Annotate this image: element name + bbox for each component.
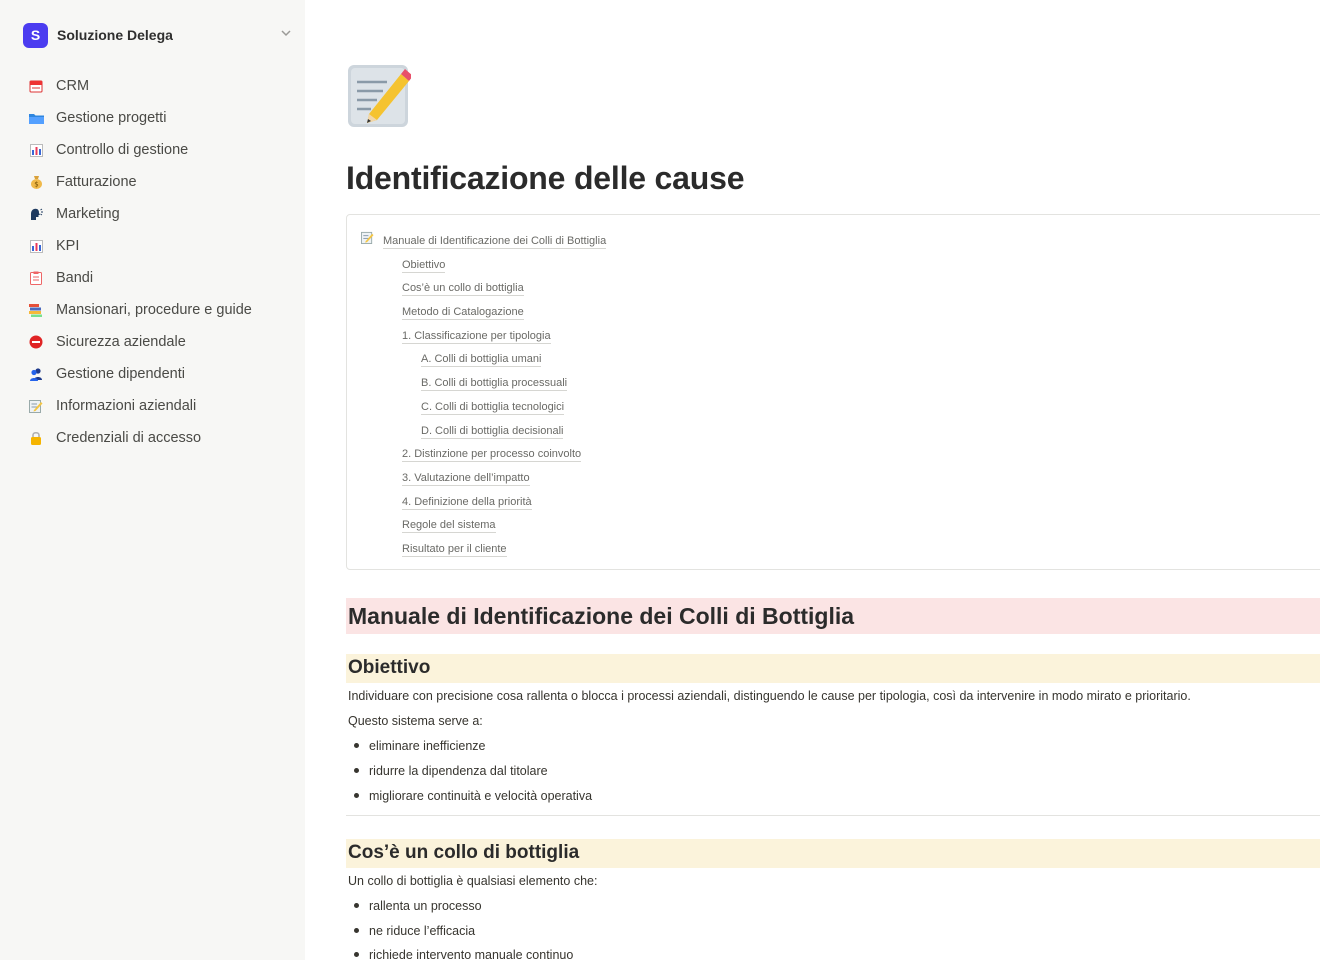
divider <box>346 815 1320 816</box>
page-title: Identificazione delle cause <box>346 160 745 196</box>
list-item-text: ne riduce l’efficacia <box>369 924 476 938</box>
sidebar-item-sicurezza-aziendale[interactable]: Sicurezza aziendale <box>14 326 298 358</box>
sidebar-item-label: CRM <box>56 78 90 94</box>
sidebar-item-gestione-dipendenti[interactable]: Gestione dipendenti <box>14 358 298 390</box>
list-item-text: ridurre la dipendenza dal titolare <box>369 764 548 778</box>
paragraph: Individuare con precisione cosa rallenta… <box>348 689 1191 703</box>
bar-chart-icon <box>26 140 46 160</box>
table-of-contents: Manuale di Identificazione dei Colli di … <box>346 214 1320 570</box>
sidebar-item-label: Gestione progetti <box>56 110 167 126</box>
toc-link[interactable]: Regole del sistema <box>402 518 496 533</box>
sidebar-item-label: Mansionari, procedure e guide <box>56 302 252 318</box>
calendar-icon <box>26 76 46 96</box>
sidebar-item-label: Credenziali di accesso <box>56 430 202 446</box>
list-item: rallenta un processo <box>354 899 482 913</box>
toc-link[interactable]: Metodo di Catalogazione <box>402 305 524 320</box>
sidebar-item-label: Controllo di gestione <box>56 142 189 158</box>
toc-link[interactable]: 4. Definizione della priorità <box>402 495 532 510</box>
list-item-text: migliorare continuità e velocità operati… <box>369 789 593 803</box>
workspace-name: Soluzione Delega <box>57 27 173 43</box>
list-item: ridurre la dipendenza dal titolare <box>354 764 548 778</box>
clipboard-icon <box>26 268 46 288</box>
page-content: Identificazione delle cause Manuale di I… <box>305 0 1320 960</box>
toc-link[interactable]: A. Colli di bottiglia umani <box>421 352 542 367</box>
books-icon <box>26 300 46 320</box>
memo-icon[interactable] <box>347 64 411 128</box>
list-item-text: richiede intervento manuale continuo <box>369 948 574 960</box>
toc-link[interactable]: Risultato per il cliente <box>402 542 507 557</box>
sidebar-item-label: Gestione dipendenti <box>56 366 185 382</box>
sidebar-item-fatturazione[interactable]: $ Fatturazione <box>14 166 298 198</box>
money-bag-icon: $ <box>26 172 46 192</box>
toc-link[interactable]: D. Colli di bottiglia decisionali <box>421 424 564 439</box>
toc-link[interactable]: Manuale di Identificazione dei Colli di … <box>383 234 607 249</box>
sidebar-item-informazioni-aziendali[interactable]: Informazioni aziendali <box>14 390 298 422</box>
sidebar-item-credenziali-di-accesso[interactable]: Credenziali di accesso <box>14 422 298 454</box>
toc-link[interactable]: B. Colli di bottiglia processuali <box>421 376 568 391</box>
folder-icon <box>26 108 46 128</box>
paragraph: Questo sistema serve a: <box>348 714 483 728</box>
toc-link[interactable]: Cos’è un collo di bottiglia <box>402 281 524 296</box>
sidebar-item-label: KPI <box>56 238 80 254</box>
toc-link[interactable]: 3. Valutazione dell’impatto <box>402 471 530 486</box>
sidebar-item-crm[interactable]: CRM <box>14 70 298 102</box>
paragraph: Un collo di bottiglia è qualsiasi elemen… <box>348 874 598 888</box>
sidebar-item-marketing[interactable]: Marketing <box>14 198 298 230</box>
sidebar-item-gestione-progetti[interactable]: Gestione progetti <box>14 102 298 134</box>
sidebar-item-label: Sicurezza aziendale <box>56 334 186 350</box>
list-item: ne riduce l’efficacia <box>354 924 475 938</box>
sidebar: S Soluzione Delega CRM Gestione progetti… <box>0 0 305 960</box>
sidebar-item-bandi[interactable]: Bandi <box>14 262 298 294</box>
sidebar-item-kpi[interactable]: KPI <box>14 230 298 262</box>
toc-link[interactable]: 2. Distinzione per processo coinvolto <box>402 447 582 462</box>
sidebar-item-label: Marketing <box>56 206 120 222</box>
no-entry-icon <box>26 332 46 352</box>
sidebar-item-label: Bandi <box>56 270 94 286</box>
list-item: migliorare continuità e velocità operati… <box>354 789 592 803</box>
svg-text:$: $ <box>34 181 38 189</box>
toc-link[interactable]: Obiettivo <box>402 258 446 273</box>
sidebar-item-controllo-di-gestione[interactable]: Controllo di gestione <box>14 134 298 166</box>
lock-icon <box>26 428 46 448</box>
memo-icon <box>26 396 46 416</box>
list-item-text: eliminare inefficienze <box>369 739 486 753</box>
speaking-head-icon <box>26 204 46 224</box>
workspace-logo: S <box>23 22 48 48</box>
toc-link[interactable]: C. Colli di bottiglia tecnologici <box>421 400 565 415</box>
workspace-switcher[interactable]: S Soluzione Delega <box>14 20 298 50</box>
toc-link[interactable]: 1. Classificazione per tipologia <box>402 329 551 344</box>
sidebar-item-label: Fatturazione <box>56 174 137 190</box>
sidebar-item-label: Informazioni aziendali <box>56 398 197 414</box>
heading-1: Manuale di Identificazione dei Colli di … <box>348 603 855 629</box>
heading-highlight <box>346 654 1320 683</box>
list-item: eliminare inefficienze <box>354 739 486 753</box>
people-icon <box>26 364 46 384</box>
heading-collo: Cos’è un collo di bottiglia <box>348 842 580 863</box>
chevron-down-icon[interactable] <box>280 27 292 39</box>
sidebar-item-mansionari[interactable]: Mansionari, procedure e guide <box>14 294 298 326</box>
list-item: richiede intervento manuale continuo <box>354 948 573 960</box>
bar-chart-icon <box>26 236 46 256</box>
heading-obiettivo: Obiettivo <box>348 657 431 678</box>
sidebar-nav: CRM Gestione progetti Controllo di gesti… <box>14 70 298 454</box>
memo-icon <box>361 231 374 244</box>
list-item-text: rallenta un processo <box>369 899 482 913</box>
